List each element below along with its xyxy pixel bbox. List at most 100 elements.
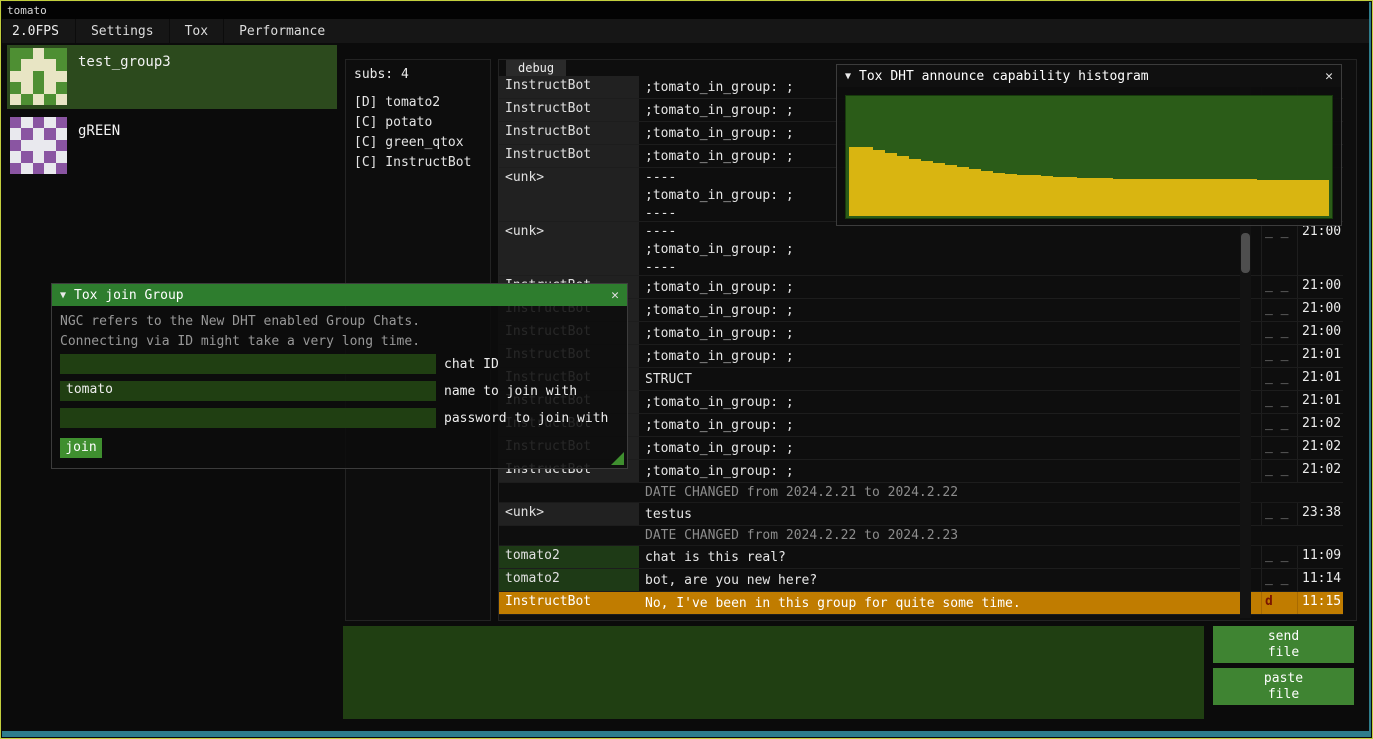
- histogram-bar: [909, 159, 921, 216]
- join-window-titlebar[interactable]: ▼ Tox join Group ✕: [52, 284, 627, 306]
- avatar-pixel: [21, 71, 32, 82]
- collapse-icon[interactable]: ▼: [60, 290, 66, 301]
- sender-name: InstructBot: [499, 76, 639, 98]
- group-name: test_group3: [78, 48, 171, 70]
- avatar-pixel: [21, 82, 32, 93]
- send-file-button[interactable]: send file: [1213, 626, 1354, 663]
- histogram-bar: [1077, 178, 1089, 216]
- chat-row[interactable]: tomato2 chat is this real?_ _11:09: [499, 546, 1343, 569]
- avatar-pixel: [10, 128, 21, 139]
- member-item[interactable]: [C] green_qtox: [354, 133, 482, 153]
- avatar-pixel: [44, 82, 55, 93]
- resize-grip[interactable]: [611, 452, 624, 465]
- join-button[interactable]: join: [60, 438, 102, 458]
- avatar-pixel: [21, 151, 32, 162]
- group-item-gREEN[interactable]: gREEN: [7, 114, 337, 178]
- message-input[interactable]: [343, 626, 1204, 719]
- histogram-bar: [1233, 179, 1245, 216]
- tab-debug[interactable]: debug: [506, 60, 566, 76]
- histogram-bar: [933, 163, 945, 216]
- chat-row[interactable]: InstructBotNo, I've been in this group f…: [499, 592, 1343, 615]
- avatar-pixel: [56, 128, 67, 139]
- histogram-bar: [1089, 178, 1101, 216]
- sender-name: tomato2: [499, 546, 639, 568]
- histogram-bar: [849, 147, 861, 216]
- message-text: ;tomato_in_group: ;: [645, 437, 1261, 459]
- avatar-pixel: [10, 48, 21, 59]
- sender-name: <unk>: [499, 503, 639, 525]
- scrollbar-thumb[interactable]: [1241, 233, 1250, 273]
- histogram-bar: [1257, 180, 1269, 216]
- message-flags: _ _: [1261, 546, 1297, 568]
- menu-item-tox[interactable]: Tox: [169, 19, 223, 43]
- message-time: 11:14: [1297, 569, 1343, 591]
- avatar-pixel: [44, 48, 55, 59]
- histogram-bar: [1269, 180, 1281, 216]
- histogram-window: ▼ Tox DHT announce capability histogram …: [836, 64, 1342, 226]
- avatar-pixel: [44, 140, 55, 151]
- histogram-bar: [1317, 180, 1329, 216]
- message-line: ----: [645, 259, 1259, 275]
- join-name-input[interactable]: tomato: [60, 381, 436, 401]
- avatar-pixel: [33, 151, 44, 162]
- message-line: chat is this real?: [645, 548, 1259, 567]
- paste-file-button[interactable]: paste file: [1213, 668, 1354, 705]
- message-flags: _ _: [1261, 345, 1297, 367]
- chat-row[interactable]: <unk>testus_ _23:38: [499, 503, 1343, 526]
- histogram-bar: [993, 173, 1005, 216]
- member-item[interactable]: [D] tomato2: [354, 93, 482, 113]
- group-avatar: [10, 117, 67, 174]
- histogram-bar: [1017, 175, 1029, 216]
- join-group-window: ▼ Tox join Group ✕ NGC refers to the New…: [51, 283, 628, 469]
- histogram-bar: [969, 169, 981, 216]
- histogram-window-titlebar[interactable]: ▼ Tox DHT announce capability histogram …: [837, 65, 1341, 87]
- group-avatar: [10, 48, 67, 105]
- avatar-pixel: [33, 59, 44, 70]
- menu-item-settings[interactable]: Settings: [75, 19, 169, 43]
- message-flags: _ _: [1261, 391, 1297, 413]
- message-time: 11:09: [1297, 546, 1343, 568]
- message-text: ;tomato_in_group: ;: [645, 460, 1261, 482]
- window-titlebar: tomato: [2, 2, 1371, 19]
- avatar-pixel: [33, 48, 44, 59]
- histogram-bar: [1173, 179, 1185, 216]
- join-field-chat-id: chat ID: [60, 354, 619, 374]
- avatar-pixel: [10, 59, 21, 70]
- chat-row[interactable]: <unk>----;tomato_in_group: ;----_ _21:00: [499, 222, 1343, 276]
- member-item[interactable]: [C] InstructBot: [354, 153, 482, 173]
- paste-file-label-line2: file: [1268, 687, 1299, 703]
- group-item-test_group3[interactable]: test_group3: [7, 45, 337, 109]
- member-item[interactable]: [C] potato: [354, 113, 482, 133]
- join-field-name: tomato name to join with: [60, 381, 619, 401]
- message-line: ;tomato_in_group: ;: [645, 347, 1259, 366]
- window-bottom-edge: [2, 731, 1371, 737]
- histogram-plot: [845, 95, 1333, 219]
- histogram-bar: [1209, 179, 1221, 216]
- collapse-icon[interactable]: ▼: [845, 71, 851, 82]
- avatar-pixel: [56, 48, 67, 59]
- avatar-pixel: [56, 117, 67, 128]
- message-flags: _ _: [1261, 322, 1297, 344]
- message-text: ;tomato_in_group: ;: [645, 414, 1261, 436]
- close-icon[interactable]: ✕: [1317, 69, 1333, 84]
- message-time: 21:01: [1297, 368, 1343, 390]
- message-text: bot, are you new here?: [645, 569, 1261, 591]
- avatar-pixel: [33, 140, 44, 151]
- avatar-pixel: [33, 71, 44, 82]
- avatar-pixel: [21, 48, 32, 59]
- window-right-edge: [1369, 2, 1371, 737]
- date-divider: DATE CHANGED from 2024.2.22 to 2024.2.23: [499, 526, 1343, 546]
- histogram-bar: [1293, 180, 1305, 216]
- chat-id-input[interactable]: [60, 354, 436, 374]
- sender-name: InstructBot: [499, 99, 639, 121]
- message-line: STRUCT: [645, 370, 1259, 389]
- close-icon[interactable]: ✕: [603, 288, 619, 303]
- avatar-pixel: [33, 117, 44, 128]
- message-line: testus: [645, 505, 1259, 524]
- menu-item-performance[interactable]: Performance: [223, 19, 340, 43]
- chat-row[interactable]: tomato2bot, are you new here?_ _11:14: [499, 569, 1343, 592]
- join-password-input[interactable]: [60, 408, 436, 428]
- avatar-pixel: [21, 59, 32, 70]
- subs-header: subs: 4: [354, 67, 482, 82]
- message-text: ;tomato_in_group: ;: [645, 299, 1261, 321]
